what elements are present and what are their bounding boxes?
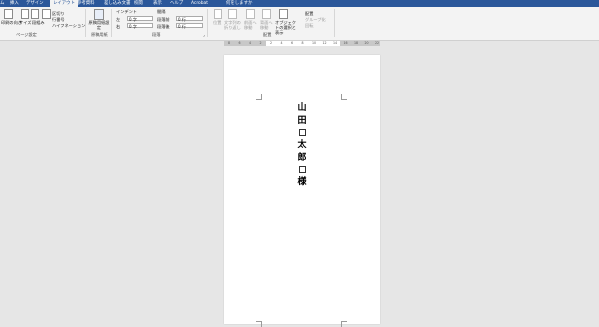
ruler-number: 6: [238, 41, 241, 45]
ruler-number: 12: [322, 41, 327, 45]
indent-left-input[interactable]: 0 字: [127, 16, 153, 22]
crop-mark-bottom-right: [341, 321, 347, 327]
crop-mark-top-left: [256, 94, 262, 100]
ruler-number: 2: [270, 41, 273, 45]
tab-9[interactable]: Acrobat: [191, 0, 208, 7]
genko-group-label: 原稿用紙: [91, 31, 108, 37]
wrap-text-button[interactable]: 文字列の折り返し: [224, 20, 242, 30]
arrange-group-label: 配置: [263, 31, 272, 37]
paragraph-dialog-launcher[interactable]: ⌟: [203, 32, 205, 37]
rotate-button[interactable]: 回転: [305, 23, 313, 29]
indent-heading: インデント: [116, 9, 137, 14]
send-backward-icon: [262, 9, 271, 19]
ruler-number: 6: [291, 41, 294, 45]
ruler-number: 14: [333, 41, 338, 45]
tab-10[interactable]: 何をしますか: [226, 0, 252, 7]
fullwidth-space-mark: [298, 166, 306, 173]
tab-3[interactable]: レイアウト: [50, 0, 78, 7]
document-char: 郎: [297, 152, 307, 163]
ribbon-tab-bar: ム挿入 デザイン レイアウト 参考資料 差し込み文書 校閲 表示 ヘルプ Acrobat 何をしま…: [0, 0, 599, 7]
paragraph-group-label: 段落: [152, 31, 161, 37]
size-icon: [31, 9, 39, 19]
send-backward-button[interactable]: 背面へ移動: [260, 20, 273, 30]
document-page[interactable]: 山田太郎様 ↵: [224, 55, 380, 327]
ruler-number: 4: [249, 41, 252, 45]
spacing-after-input[interactable]: 0 行: [176, 23, 203, 29]
ruler-number: 8: [301, 41, 304, 45]
document-char: 山: [297, 103, 307, 113]
ruler-number: 20: [364, 41, 369, 45]
ruler-number: 10: [312, 41, 317, 45]
orientation-icon: [21, 9, 29, 19]
position-button[interactable]: 位置: [213, 20, 221, 26]
tab-0[interactable]: ム: [0, 0, 4, 7]
separator: [111, 9, 112, 37]
page-setup-group-label: ページ設定: [16, 31, 37, 37]
separator: [207, 9, 208, 37]
genko-icon: [94, 9, 104, 20]
ruler-number: 16: [343, 41, 348, 45]
tab-2[interactable]: デザイン: [26, 0, 44, 7]
tab-6[interactable]: 校閲: [134, 0, 143, 7]
ruler-number: 22: [375, 41, 380, 45]
columns-icon: [42, 9, 51, 19]
crop-mark-top-right: [341, 94, 347, 100]
indent-left-label: 左: [116, 17, 121, 22]
ruler-number: 4: [280, 41, 283, 45]
document-char: 田: [297, 115, 307, 126]
tab-4[interactable]: 参考資料: [77, 0, 95, 7]
indent-right-label: 右: [116, 24, 121, 29]
margins-icon: [4, 9, 13, 19]
spacing-heading: 間隔: [157, 9, 166, 14]
tab-1[interactable]: 挿入: [10, 0, 19, 7]
columns-button[interactable]: 段組み: [32, 20, 45, 26]
selection-pane-icon: [279, 9, 288, 19]
position-icon: [214, 9, 222, 19]
paragraph-mark: ↵: [299, 175, 304, 181]
tab-7[interactable]: 表示: [153, 0, 162, 7]
selection-pane-button[interactable]: オブジェクトの選択と表示: [275, 20, 297, 35]
size-button[interactable]: サイズ: [19, 20, 31, 26]
ribbon: 印刷の向き サイズ 段組み 区切り 行番号 ハイフネーション ページ設定 原稿用…: [0, 7, 599, 41]
genko-settings-button[interactable]: 原稿用紙設定: [88, 20, 110, 30]
indent-right-input[interactable]: 0 字: [127, 23, 153, 29]
spacing-before-label: 段落前: [157, 17, 170, 22]
ruler-number: 18: [354, 41, 359, 45]
ruler-number: 2: [259, 41, 262, 45]
fullwidth-space-mark: [298, 129, 306, 136]
spacing-before-input[interactable]: 0 行: [176, 16, 203, 22]
crop-mark-bottom-left: [256, 321, 262, 327]
hyphenation-button[interactable]: ハイフネーション: [52, 23, 85, 29]
ruler-number: 8: [228, 41, 231, 45]
document-char: 太: [297, 140, 307, 150]
tab-5[interactable]: 差し込み文書: [104, 0, 130, 7]
separator: [334, 9, 335, 37]
wrap-text-icon: [228, 9, 237, 19]
bring-forward-icon: [246, 9, 255, 19]
spacing-after-label: 段落後: [157, 24, 170, 29]
tab-8[interactable]: ヘルプ: [170, 0, 183, 7]
horizontal-ruler[interactable]: 8 6 4 2 2 4 6 8 10 12 14 16 18 20 22: [224, 41, 380, 46]
separator: [85, 9, 86, 37]
bring-forward-button[interactable]: 前面へ移動: [244, 20, 257, 30]
